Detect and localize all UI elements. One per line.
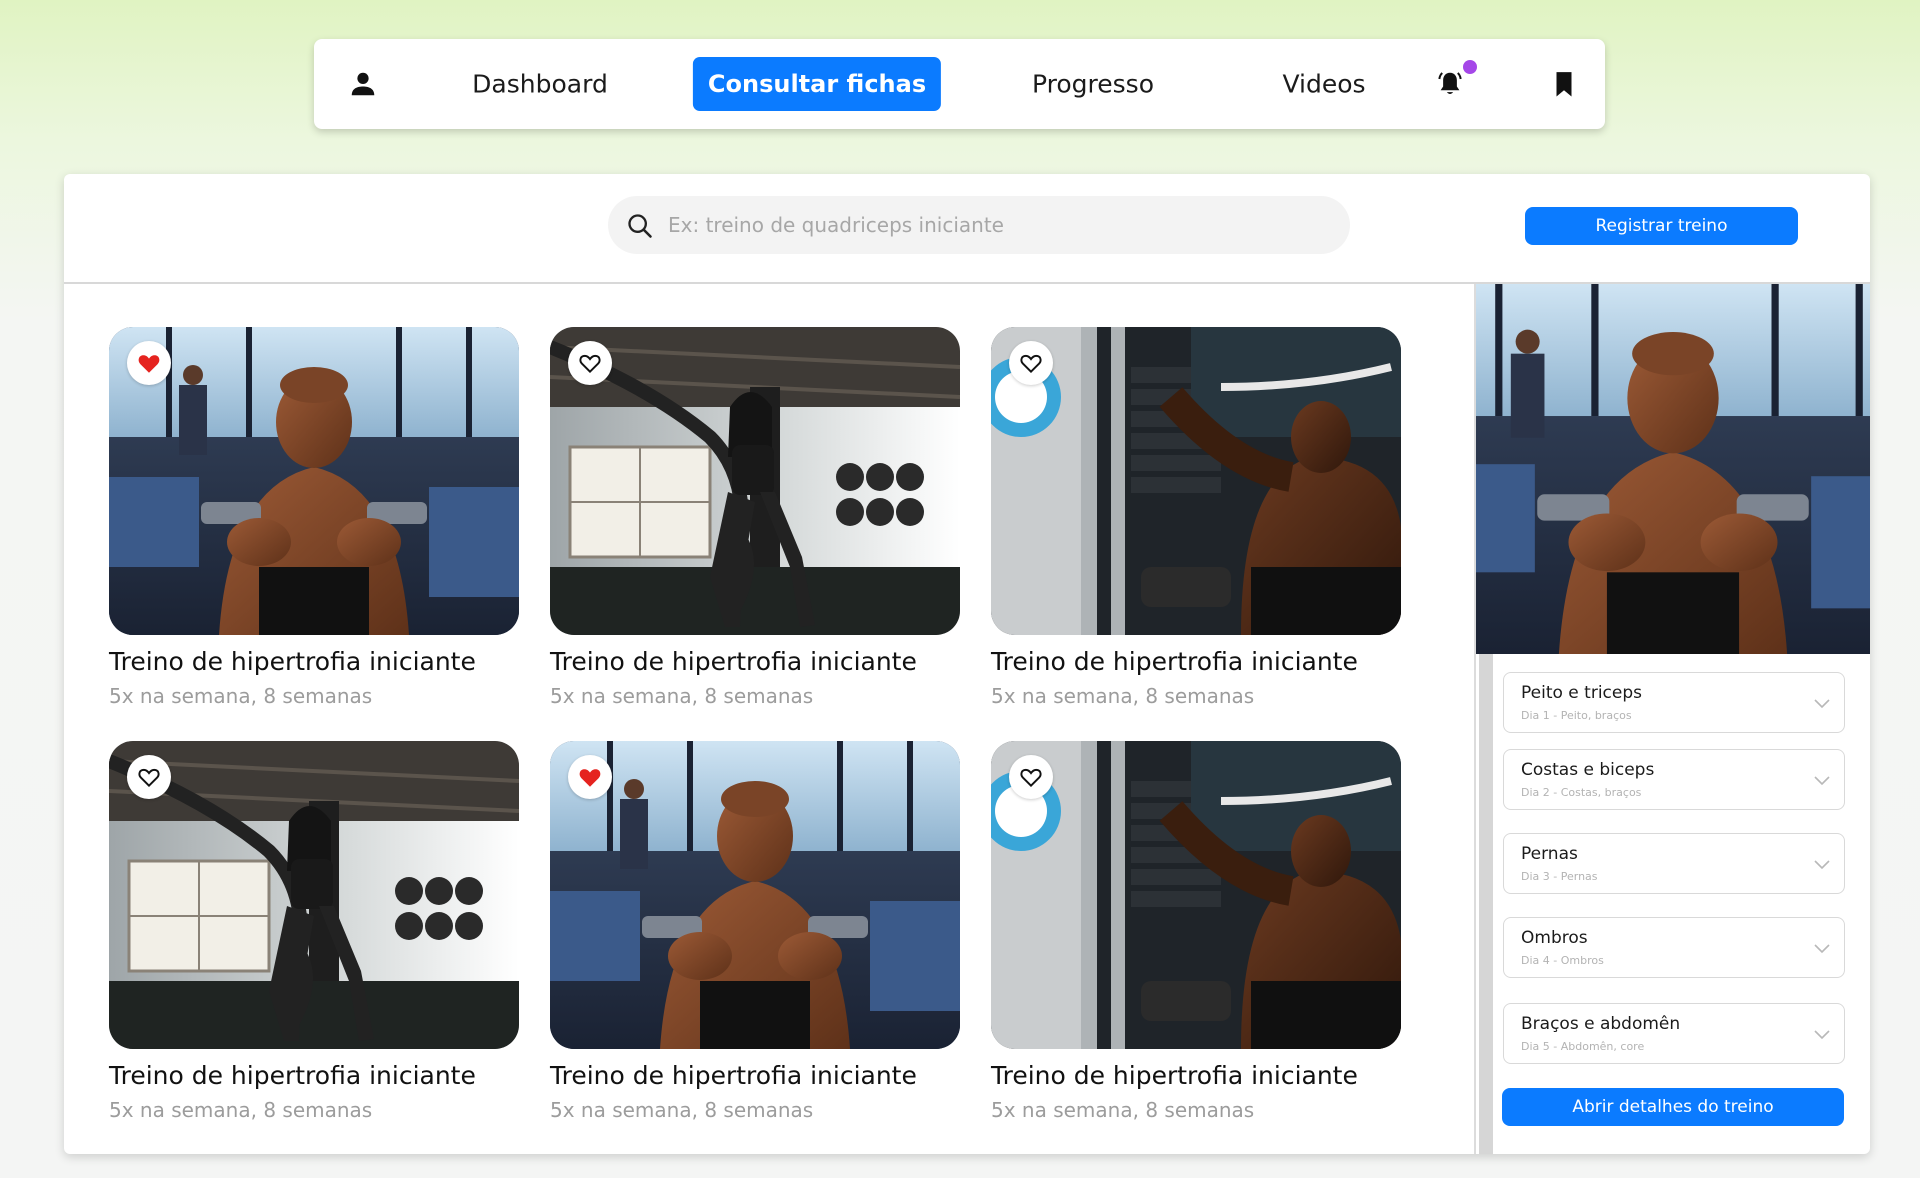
workout-title: Treino de hipertrofia iniciante <box>109 647 476 676</box>
saved-button[interactable] <box>1549 69 1579 99</box>
chevron-down-icon <box>1814 776 1830 786</box>
chevron-down-icon <box>1814 1030 1830 1040</box>
day-accordion-5[interactable]: Braços e abdomên Dia 5 - Abdomên, core <box>1503 1003 1845 1064</box>
heart-outline-icon <box>1020 768 1042 788</box>
day-title: Pernas <box>1521 844 1578 864</box>
workout-card[interactable]: Treino de hipertrofia iniciante 5x na se… <box>550 327 960 723</box>
workout-card[interactable]: Treino de hipertrofia iniciante 5x na se… <box>109 741 519 1137</box>
day-subtitle: Dia 4 - Ombros <box>1521 954 1604 967</box>
search-icon <box>628 214 652 238</box>
notification-badge <box>1463 60 1477 74</box>
notifications-button[interactable] <box>1435 60 1477 99</box>
favorite-button[interactable] <box>568 755 612 799</box>
nav-item-videos[interactable]: Videos <box>1282 70 1365 99</box>
workout-image <box>991 741 1401 1049</box>
workout-card[interactable]: Treino de hipertrofia iniciante 5x na se… <box>991 327 1401 723</box>
day-accordion-4[interactable]: Ombros Dia 4 - Ombros <box>1503 917 1845 978</box>
heart-outline-icon <box>1020 354 1042 374</box>
day-subtitle: Dia 2 - Costas, braços <box>1521 786 1642 799</box>
favorite-button[interactable] <box>127 755 171 799</box>
day-subtitle: Dia 3 - Pernas <box>1521 870 1598 883</box>
workout-detail-panel: Peito e triceps Dia 1 - Peito, braços Co… <box>1474 284 1870 1154</box>
day-title: Braços e abdomên <box>1521 1014 1681 1034</box>
search-bar <box>608 196 1350 254</box>
workout-detail-image <box>1476 284 1870 654</box>
favorite-button[interactable] <box>1009 341 1053 385</box>
workout-schedule: 5x na semana, 8 semanas <box>550 684 814 708</box>
chevron-down-icon <box>1814 944 1830 954</box>
day-title: Ombros <box>1521 928 1588 948</box>
workout-schedule: 5x na semana, 8 semanas <box>991 1098 1255 1122</box>
heart-filled-icon <box>579 769 601 787</box>
workout-card[interactable]: Treino de hipertrofia iniciante 5x na se… <box>991 741 1401 1137</box>
workout-image <box>109 327 519 635</box>
workouts-panel: Registrar treino Treino de hipertrofia i… <box>64 174 1870 1154</box>
day-title: Peito e triceps <box>1521 683 1642 703</box>
workout-title: Treino de hipertrofia iniciante <box>991 1061 1358 1090</box>
day-accordion-1[interactable]: Peito e triceps Dia 1 - Peito, braços <box>1503 672 1845 733</box>
workout-image <box>109 741 519 1049</box>
day-accordion-3[interactable]: Pernas Dia 3 - Pernas <box>1503 833 1845 894</box>
bell-icon <box>1438 72 1462 94</box>
workout-grid: Treino de hipertrofia iniciante 5x na se… <box>109 327 1493 1154</box>
nav-item-dashboard[interactable]: Dashboard <box>472 70 608 99</box>
heart-outline-icon <box>138 768 160 788</box>
workout-image <box>550 741 960 1049</box>
workout-schedule: 5x na semana, 8 semanas <box>550 1098 814 1122</box>
workout-title: Treino de hipertrofia iniciante <box>550 647 917 676</box>
workout-schedule: 5x na semana, 8 semanas <box>109 1098 373 1122</box>
panel-header: Registrar treino <box>64 174 1870 284</box>
workout-schedule: 5x na semana, 8 semanas <box>991 684 1255 708</box>
register-workout-button[interactable]: Registrar treino <box>1525 207 1798 245</box>
workout-title: Treino de hipertrofia iniciante <box>109 1061 476 1090</box>
favorite-button[interactable] <box>1009 755 1053 799</box>
day-accordion-2[interactable]: Costas e biceps Dia 2 - Costas, braços <box>1503 749 1845 810</box>
day-subtitle: Dia 1 - Peito, braços <box>1521 709 1632 722</box>
workout-image <box>991 327 1401 635</box>
day-subtitle: Dia 5 - Abdomên, core <box>1521 1040 1645 1053</box>
user-icon <box>351 72 375 96</box>
heart-filled-icon <box>138 355 160 373</box>
favorite-button[interactable] <box>127 341 171 385</box>
favorite-button[interactable] <box>568 341 612 385</box>
chevron-down-icon <box>1814 699 1830 709</box>
search-input[interactable] <box>668 196 1328 254</box>
top-navigation: Dashboard Consultar fichas Progresso Vid… <box>314 39 1605 129</box>
nav-item-consultar-fichas[interactable]: Consultar fichas <box>692 57 942 111</box>
workout-card[interactable]: Treino de hipertrofia iniciante 5x na se… <box>550 741 960 1137</box>
bookmark-icon <box>1556 72 1572 97</box>
workout-card[interactable]: Treino de hipertrofia iniciante 5x na se… <box>109 327 519 723</box>
profile-button[interactable] <box>348 69 378 99</box>
nav-item-progresso[interactable]: Progresso <box>1032 70 1154 99</box>
chevron-down-icon <box>1814 860 1830 870</box>
workout-title: Treino de hipertrofia iniciante <box>991 647 1358 676</box>
workout-image <box>550 327 960 635</box>
heart-outline-icon <box>579 354 601 374</box>
workout-title: Treino de hipertrofia iniciante <box>550 1061 917 1090</box>
open-workout-details-button[interactable]: Abrir detalhes do treino <box>1502 1088 1844 1126</box>
workout-schedule: 5x na semana, 8 semanas <box>109 684 373 708</box>
day-title: Costas e biceps <box>1521 760 1655 780</box>
